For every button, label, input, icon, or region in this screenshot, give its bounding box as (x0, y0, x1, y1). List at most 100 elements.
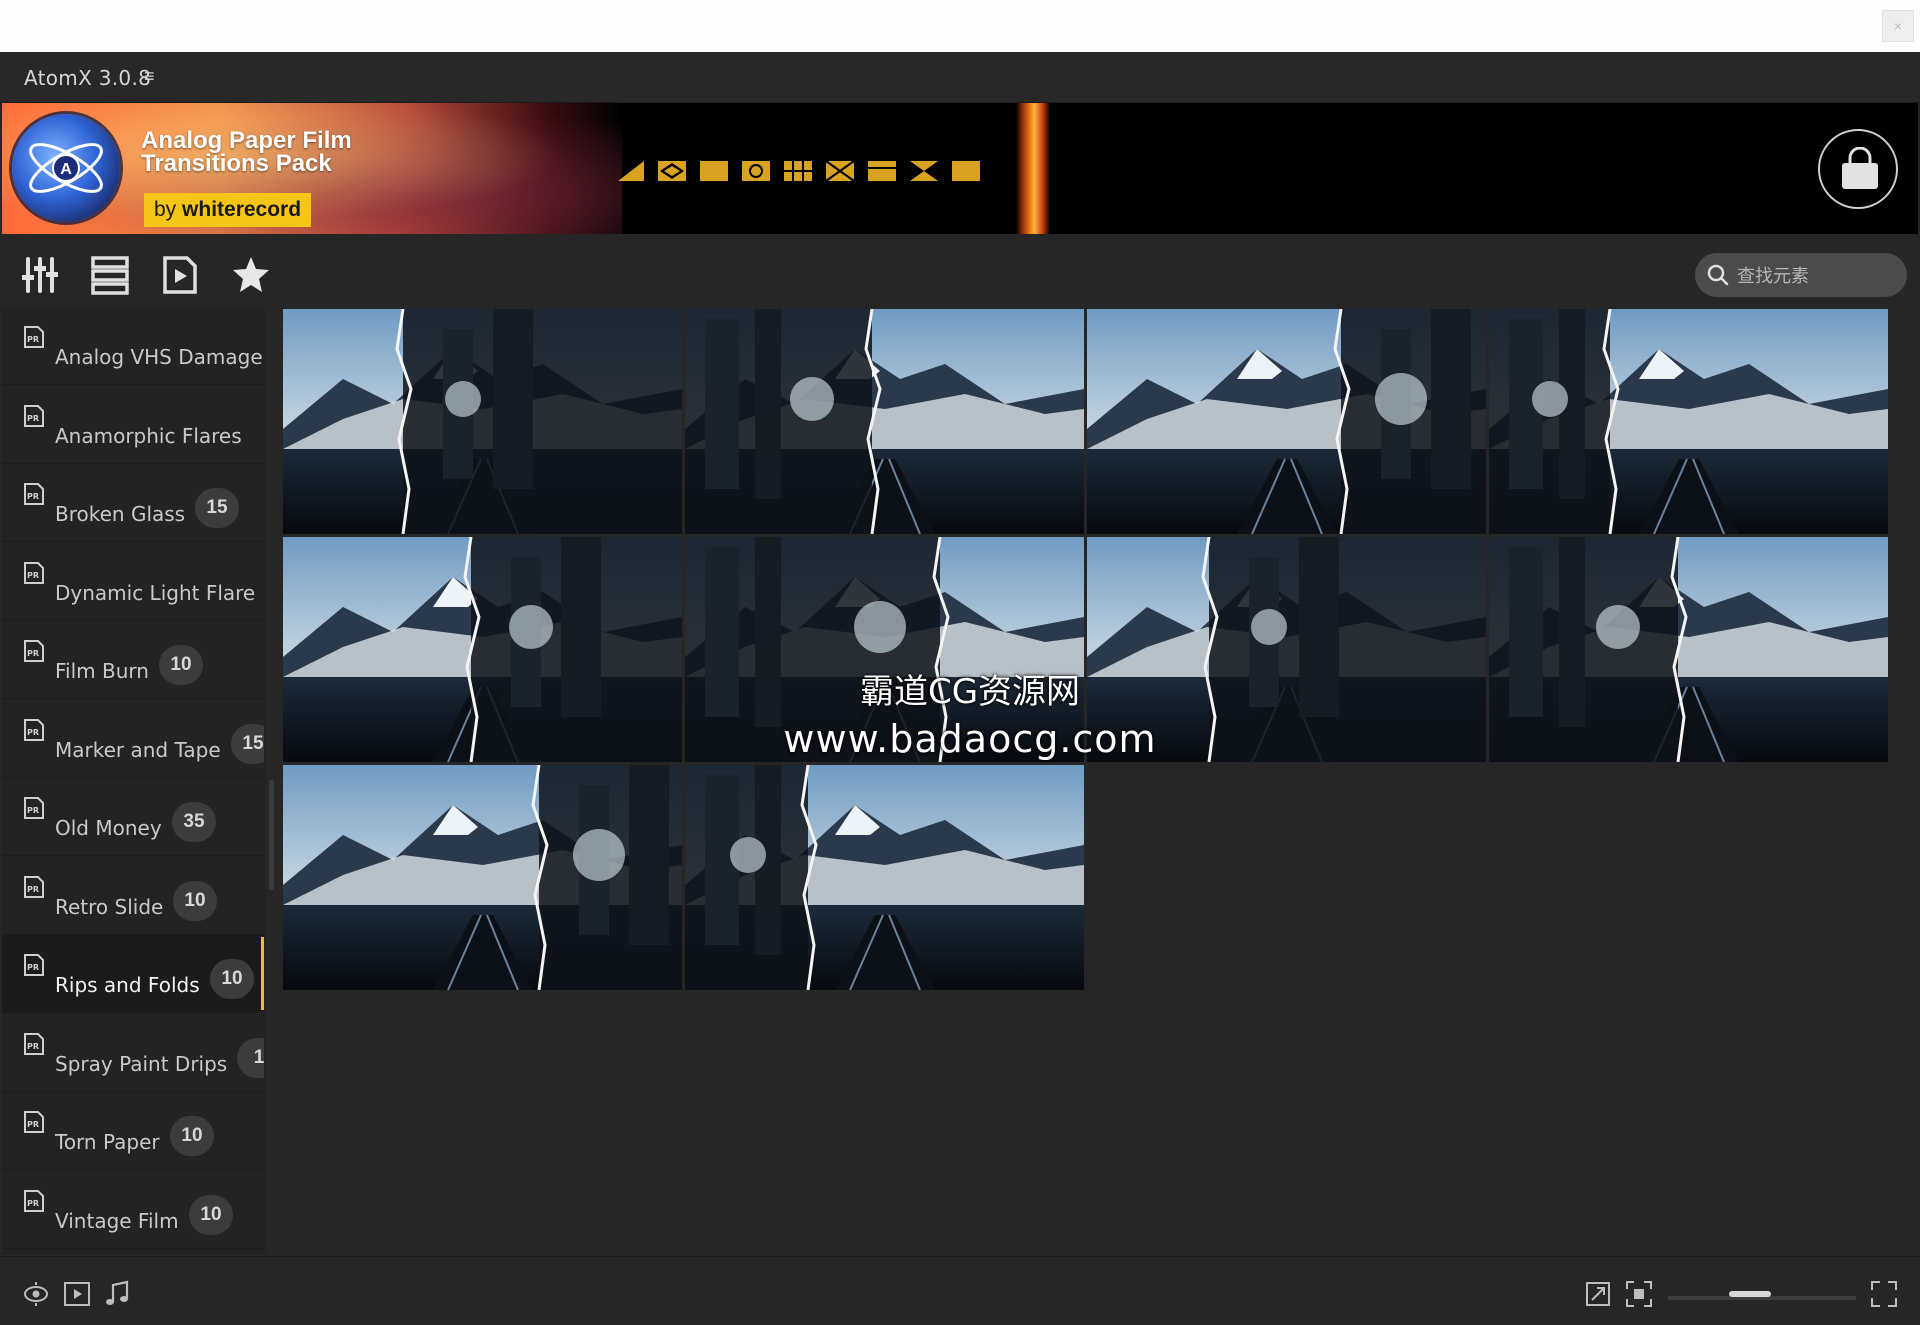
svg-text:PR: PR (27, 806, 39, 815)
sidebar-item-label: Analog VHS Damage (55, 345, 263, 369)
sidebar-item[interactable]: PR Anamorphic Flares (2, 386, 264, 464)
transition-thumbnail[interactable] (685, 309, 1084, 534)
author-name: whiterecord (182, 198, 302, 221)
music-icon[interactable] (103, 1280, 131, 1308)
premiere-file-icon: PR (24, 719, 44, 741)
sidebar-item-label: Retro Slide (55, 895, 164, 919)
toolbar (0, 234, 1920, 305)
shop-bag-button[interactable] (1818, 129, 1898, 209)
svg-text:PR: PR (27, 885, 39, 894)
sidebar-item[interactable]: PR Dynamic Light Flare (2, 543, 264, 621)
svg-text:PR: PR (27, 649, 39, 658)
transition-shapes-strip (616, 159, 986, 183)
fullscreen-icon[interactable] (1870, 1280, 1898, 1308)
svg-text:PR: PR (27, 571, 39, 580)
transition-thumbnail[interactable] (1489, 537, 1888, 762)
footer-bar (0, 1256, 1920, 1325)
premiere-file-icon: PR (24, 326, 44, 348)
premiere-file-icon: PR (24, 405, 44, 427)
sidebar-item-count-badge: 10 (189, 1195, 233, 1235)
sidebar-item-label: Rips and Folds (55, 973, 200, 997)
author-prefix: by (154, 198, 177, 221)
zoom-slider-handle[interactable] (1729, 1291, 1771, 1297)
sidebar-item-label: Dynamic Light Flare (55, 581, 256, 605)
transition-thumbnail[interactable] (283, 309, 682, 534)
sidebar-item[interactable]: PR Film Burn 10 (2, 621, 264, 699)
sidebar-item-label: Film Burn (55, 659, 149, 683)
sidebar-item-label: Spray Paint Drips (55, 1052, 228, 1076)
watermark-line-1: 霸道CG资源网 (859, 672, 1081, 712)
svg-text:PR: PR (27, 963, 39, 972)
sidebar-item-count-badge: 15 (195, 488, 239, 528)
premiere-file-icon: PR (24, 954, 44, 976)
atomx-logo-icon: A (12, 114, 120, 222)
host-top-strip: × (0, 0, 1920, 52)
premiere-file-icon: PR (24, 876, 44, 898)
transition-thumbnail[interactable] (1489, 309, 1888, 534)
svg-text:PR: PR (27, 728, 39, 737)
hamburger-menu-icon[interactable]: ≡ (144, 67, 160, 85)
sidebar-item-label: Anamorphic Flares (55, 424, 242, 448)
svg-text:PR: PR (27, 1199, 39, 1208)
sliders-icon[interactable] (20, 255, 60, 295)
transition-thumbnail[interactable] (283, 537, 682, 762)
premiere-file-icon: PR (24, 1111, 44, 1133)
sidebar-item-count-badge: 1 (237, 1038, 264, 1078)
search-input[interactable] (1735, 253, 1899, 299)
active-indicator (261, 937, 264, 1010)
sidebar-item-count-badge: 35 (172, 802, 216, 842)
sidebar-scrollbar[interactable] (269, 780, 274, 890)
shopping-bag-icon (1842, 147, 1878, 189)
sidebar-item[interactable]: PR Spray Paint Drips 1 (2, 1014, 264, 1092)
svg-text:PR: PR (27, 414, 39, 423)
preview-grid (283, 309, 1892, 1241)
sidebar-item-count-badge: 10 (159, 645, 203, 685)
premiere-file-icon: PR (24, 797, 44, 819)
sidebar-item[interactable]: PR Analog VHS Damage (2, 307, 264, 385)
search-box[interactable] (1695, 253, 1907, 299)
category-sidebar: PR Analog VHS Damage PR Anamorphic Flares PR… (2, 307, 266, 1254)
sidebar-item-label: Broken Glass (55, 502, 186, 526)
author-badge: by whiterecord (144, 193, 312, 227)
watermark-line-2: www.badaocg.com (783, 717, 1157, 761)
svg-text:PR: PR (27, 1042, 39, 1051)
premiere-file-icon: PR (24, 640, 44, 662)
sidebar-item-label: Torn Paper (55, 1130, 160, 1154)
favorites-star-icon[interactable] (231, 255, 271, 295)
sidebar-item-label: Old Money (55, 816, 162, 840)
premiere-file-icon: PR (24, 483, 44, 505)
document-play-icon[interactable] (160, 255, 200, 295)
expand-icon[interactable] (1584, 1280, 1612, 1308)
premiere-file-icon: PR (24, 1190, 44, 1212)
sidebar-item-label: Marker and Tape (55, 738, 221, 762)
svg-text:PR: PR (27, 1120, 39, 1129)
host-close-icon[interactable]: × (1882, 10, 1914, 42)
premiere-file-icon: PR (24, 562, 44, 584)
sidebar-item-count-badge: 15 (231, 724, 264, 764)
banner-film-stripe (1016, 103, 1050, 234)
svg-text:PR: PR (27, 492, 39, 501)
premiere-file-icon: PR (24, 1033, 44, 1055)
sidebar-item[interactable]: PR Broken Glass 15 (2, 464, 264, 542)
list-view-icon[interactable] (90, 255, 130, 295)
app-title: AtomX 3.0.8 (24, 66, 152, 90)
promo-banner[interactable]: A Analog Paper Film Transitions Pack by … (2, 103, 1918, 234)
search-icon (1707, 264, 1729, 286)
sidebar-item-count-badge: 10 (210, 959, 254, 999)
sidebar-item[interactable]: PR Old Money 35 (2, 778, 264, 856)
sidebar-item[interactable]: PR Marker and Tape 15 (2, 700, 264, 778)
video-icon[interactable] (63, 1280, 91, 1308)
sidebar-item[interactable]: PR Torn Paper 10 (2, 1092, 264, 1170)
banner-title: Analog Paper Film Transitions Pack (141, 127, 352, 177)
preview-eye-icon[interactable] (22, 1280, 50, 1308)
title-bar: AtomX 3.0.8 ≡ (0, 52, 1920, 103)
sidebar-item[interactable]: PR Retro Slide 10 (2, 857, 264, 935)
sidebar-item[interactable]: PR Vintage Film 10 (2, 1171, 264, 1249)
fit-screen-icon[interactable] (1625, 1280, 1653, 1308)
transition-thumbnail[interactable] (685, 765, 1084, 990)
transition-thumbnail[interactable] (283, 765, 682, 990)
sidebar-item[interactable]: PR Rips and Folds 10 (2, 935, 264, 1013)
transition-thumbnail[interactable] (1087, 309, 1486, 534)
atomx-panel: AtomX 3.0.8 ≡ A Analog Paper Film Transi… (0, 52, 1920, 1325)
svg-text:PR: PR (27, 335, 39, 344)
